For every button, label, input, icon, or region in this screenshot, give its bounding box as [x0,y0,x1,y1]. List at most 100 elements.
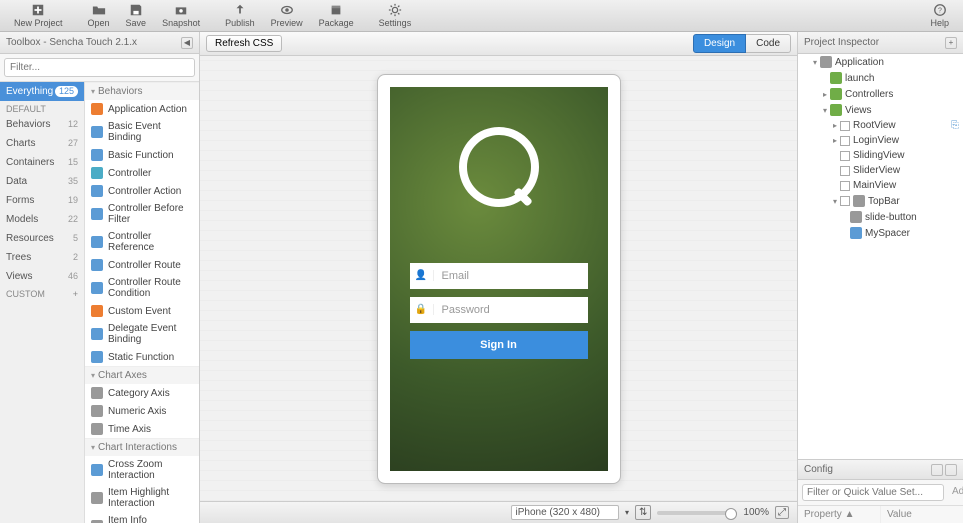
tree-node-slide-button[interactable]: slide-button [798,209,963,225]
new-project-button[interactable]: New Project [6,0,71,32]
tree-node-launch[interactable]: launch [798,70,963,86]
package-button[interactable]: Package [311,0,362,32]
device-frame: 👤 Email 🔒 Password Sign In [377,74,621,484]
toolbox-group-containers[interactable]: Containers15 [0,153,84,172]
design-tab[interactable]: Design [693,34,746,53]
tree-node-application[interactable]: ▾Application [798,54,963,70]
tree-node-mainview[interactable]: MainView [798,178,963,193]
add-custom-icon[interactable]: + [73,289,78,299]
toolbox-item[interactable]: Item Highlight Interaction [85,484,199,512]
tree-node-views[interactable]: ▾Views [798,102,963,118]
preview-button[interactable]: Preview [263,0,311,32]
toolbox-category[interactable]: Chart Axes [85,366,199,384]
toolbox-item[interactable]: Numeric Axis [85,402,199,420]
toolbox-item[interactable]: Category Axis [85,384,199,402]
refresh-css-button[interactable]: Refresh CSS [206,35,282,52]
toolbox-item[interactable]: Controller Before Filter [85,200,199,228]
toolbox-filter-input[interactable] [4,58,195,77]
toolbox-group-models[interactable]: Models22 [0,210,84,229]
password-field[interactable]: 🔒 Password [410,297,588,323]
toolbox-group-trees[interactable]: Trees2 [0,248,84,267]
checkbox-icon[interactable] [840,181,850,191]
config-tool-icon[interactable] [945,464,957,476]
toolbox-group-forms[interactable]: Forms19 [0,191,84,210]
toolbox-item[interactable]: Static Function [85,348,199,366]
tree-node-sliderview[interactable]: SliderView [798,163,963,178]
tree-node-topbar[interactable]: ▾TopBar [798,193,963,209]
tree-node-controllers[interactable]: ▸Controllers [798,86,963,102]
expand-icon[interactable]: ⤢ [775,506,789,519]
email-field[interactable]: 👤 Email [410,263,588,289]
tree-node-myspacer[interactable]: MySpacer [798,225,963,241]
component-icon [91,103,103,115]
toolbox-item[interactable]: Application Action [85,100,199,118]
tree-node-loginview[interactable]: ▸LoginView [798,133,963,148]
toolbox-panel: Toolbox - Sencha Touch 2.1.x ◀ Everythin… [0,32,200,523]
canvas-toolbar: Refresh CSS Design Code [200,32,797,56]
toolbox-item[interactable]: Controller [85,164,199,182]
toolbox-category[interactable]: Chart Interactions [85,438,199,456]
config-filter-input[interactable] [802,484,944,501]
toolbox-item[interactable]: Controller Action [85,182,199,200]
toolbox-item[interactable]: Controller Route Condition [85,274,199,302]
project-tree: ▾Applicationlaunch▸Controllers▾Views▸Roo… [798,54,963,459]
toolbox-item[interactable]: Controller Reference [85,228,199,256]
tree-node-slidingview[interactable]: SlidingView [798,148,963,163]
snapshot-button[interactable]: Snapshot [154,0,208,32]
collapse-icon[interactable]: ◀ [181,37,193,49]
component-icon [91,167,103,179]
lock-icon: 🔒 [410,304,434,315]
toolbox-group-resources[interactable]: Resources5 [0,229,84,248]
chevron-down-icon[interactable]: ▾ [625,508,629,517]
settings-button[interactable]: Settings [371,0,420,32]
config-tool-icon[interactable] [931,464,943,476]
toolbox-group-data[interactable]: Data35 [0,172,84,191]
tree-node-rootview[interactable]: ▸RootView⎘ [798,118,963,133]
checkbox-icon[interactable] [840,136,850,146]
value-column-header[interactable]: Value [881,506,963,523]
toolbox-item[interactable]: Time Axis [85,420,199,438]
add-icon[interactable]: + [945,37,957,49]
code-tab[interactable]: Code [746,34,791,53]
canvas-viewport[interactable]: 👤 Email 🔒 Password Sign In [200,56,797,501]
checkbox-icon[interactable] [840,196,850,206]
toolbox-category[interactable]: Behaviors [85,82,199,100]
link-icon[interactable]: ⎘ [951,120,959,131]
checkbox-icon[interactable] [840,121,850,131]
node-icon [830,104,842,116]
component-icon [91,126,103,138]
property-column-header[interactable]: Property ▲ [798,506,881,523]
toolbox-item[interactable]: Delegate Event Binding [85,320,199,348]
orientation-icon[interactable]: ⇅ [635,505,651,520]
toolbox-group-behaviors[interactable]: Behaviors12 [0,115,84,134]
help-button[interactable]: ?Help [922,0,957,32]
component-icon [91,351,103,363]
toolbox-group-charts[interactable]: Charts27 [0,134,84,153]
signin-button[interactable]: Sign In [410,331,588,359]
toolbox-group-everything[interactable]: Everything125 [0,82,84,101]
publish-button[interactable]: Publish [217,0,263,32]
device-select[interactable]: iPhone (320 x 480) [511,505,620,520]
canvas-statusbar: iPhone (320 x 480) ▾ ⇅ 100% ⤢ [200,501,797,523]
toolbox-item[interactable]: Basic Event Binding [85,118,199,146]
config-add-button[interactable]: Add [948,484,963,501]
toolbox-item[interactable]: Basic Function [85,146,199,164]
inspector-panel: Project Inspector + ▾Applicationlaunch▸C… [797,32,963,523]
open-button[interactable]: Open [80,0,118,32]
canvas-area: Refresh CSS Design Code 👤 Email � [200,32,797,523]
component-icon [91,328,103,340]
email-placeholder: Email [434,270,588,282]
toolbox-item[interactable]: Item Info Interaction [85,512,199,523]
app-logo-icon [459,127,539,207]
checkbox-icon[interactable] [840,166,850,176]
component-icon [91,208,103,220]
toolbox-item[interactable]: Controller Route [85,256,199,274]
toolbox-item[interactable]: Cross Zoom Interaction [85,456,199,484]
toolbox-group-views[interactable]: Views46 [0,267,84,286]
toolbox-item[interactable]: Custom Event [85,302,199,320]
zoom-slider[interactable] [657,511,737,515]
toolbox-section-custom: CUSTOM + [0,286,84,300]
save-button[interactable]: Save [118,0,155,32]
checkbox-icon[interactable] [840,151,850,161]
password-placeholder: Password [434,304,588,316]
